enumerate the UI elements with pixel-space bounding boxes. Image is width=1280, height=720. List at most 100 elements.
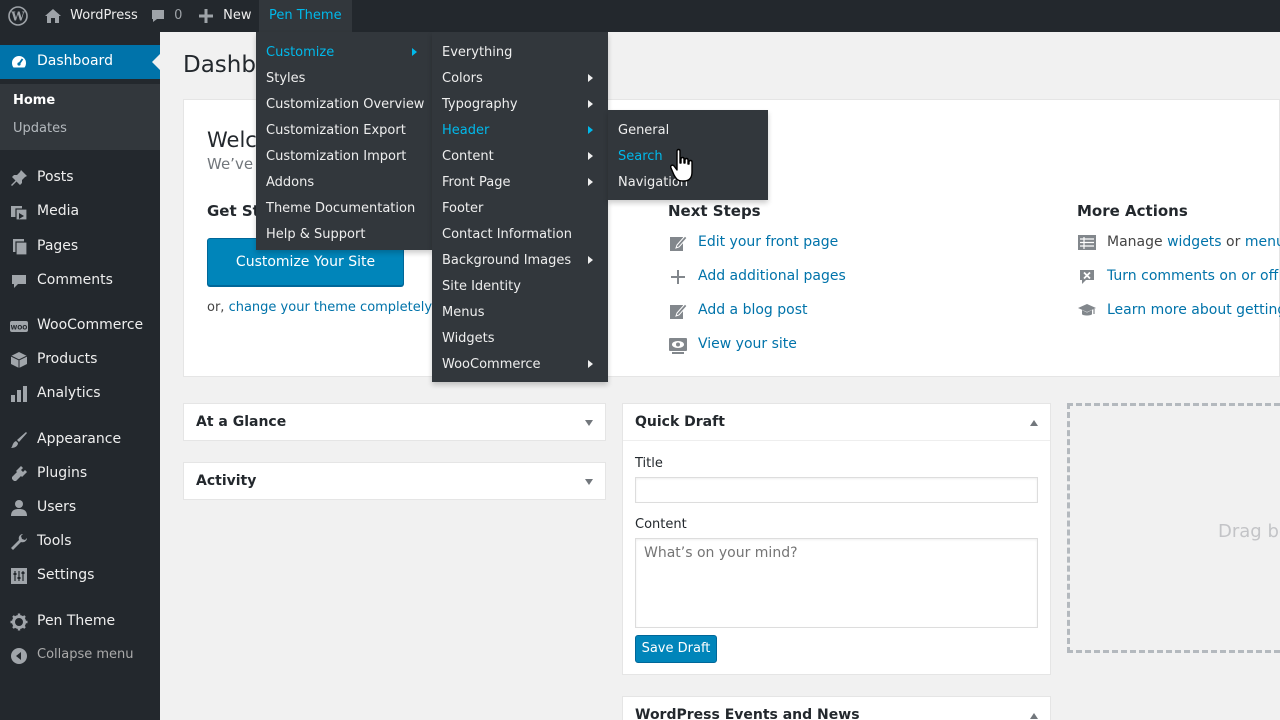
save-draft-button[interactable]: Save Draft xyxy=(635,635,717,663)
sidebar-label-posts: Posts xyxy=(37,169,74,185)
pen-theme-dropdown: Customize Styles Customization Overview … xyxy=(256,32,432,250)
widgets-link[interactable]: widgets xyxy=(1167,234,1222,250)
eye-icon xyxy=(669,338,687,354)
sidebar-item-posts[interactable]: Posts xyxy=(0,161,160,195)
change-theme-link[interactable]: change your theme completely xyxy=(229,300,433,315)
settings-icon xyxy=(11,568,27,584)
chevron-right-icon xyxy=(588,360,593,368)
content-textarea[interactable] xyxy=(635,538,1038,628)
submenu-updates[interactable]: Updates xyxy=(13,121,67,136)
menu-item-woocommerce[interactable]: WooCommerce xyxy=(442,357,541,372)
sidebar-item-dashboard[interactable]: Dashboard xyxy=(0,45,160,79)
new-content-link[interactable]: New xyxy=(199,0,252,32)
manage-prefix: Manage xyxy=(1107,234,1163,250)
toggle-arrow-down-icon[interactable] xyxy=(585,420,593,426)
sidebar-item-appearance[interactable]: Appearance xyxy=(0,423,160,457)
sidebar-item-analytics[interactable]: Analytics xyxy=(0,377,160,411)
site-name: WordPress xyxy=(70,8,138,23)
menu-item-contact-information[interactable]: Contact Information xyxy=(442,227,572,242)
welcome-subtitle: We’ve xyxy=(207,155,254,173)
plus-icon xyxy=(199,8,213,23)
pin-icon xyxy=(11,170,27,186)
edit-icon xyxy=(670,235,687,251)
chevron-right-icon xyxy=(588,74,593,82)
pen-theme-menu[interactable]: Pen Theme xyxy=(259,0,352,32)
menu-item-theme-documentation[interactable]: Theme Documentation xyxy=(266,201,415,216)
quick-draft-box: Quick Draft Title Content Save Draft xyxy=(622,403,1051,675)
sidebar-item-media[interactable]: Media xyxy=(0,195,160,229)
title-input[interactable] xyxy=(635,477,1038,503)
menu-item-addons[interactable]: Addons xyxy=(266,175,314,190)
chevron-right-icon xyxy=(588,100,593,108)
svg-text:W: W xyxy=(10,9,25,23)
add-pages-link: Add additional pages xyxy=(698,268,846,284)
edit-front-page-link: Edit your front page xyxy=(698,234,839,250)
sidebar-label-plugins: Plugins xyxy=(37,465,88,481)
collapse-arrow-icon xyxy=(11,648,27,664)
menu-item-help-support[interactable]: Help & Support xyxy=(266,227,365,242)
sidebar-label-woocommerce: WooCommerce xyxy=(37,317,144,333)
sidebar-label-comments: Comments xyxy=(37,272,113,288)
wordpress-logo-icon[interactable]: W xyxy=(8,0,28,32)
menu-item-general[interactable]: General xyxy=(618,123,669,138)
sidebar-label-tools: Tools xyxy=(37,533,72,549)
home-icon xyxy=(45,8,61,23)
collapse-menu-button[interactable]: Collapse menu xyxy=(0,639,160,673)
sidebar-item-woocommerce[interactable]: WOO WooCommerce xyxy=(0,309,160,343)
toggle-arrow-up-icon[interactable] xyxy=(1030,420,1038,426)
menu-item-site-identity[interactable]: Site Identity xyxy=(442,279,521,294)
divider xyxy=(623,440,1050,441)
menu-item-customization-import[interactable]: Customization Import xyxy=(266,149,406,164)
sidebar-item-comments[interactable]: Comments xyxy=(0,264,160,298)
menu-item-widgets[interactable]: Widgets xyxy=(442,331,495,346)
brush-icon xyxy=(11,432,27,448)
menu-item-footer[interactable]: Footer xyxy=(442,201,483,216)
menu-item-header[interactable]: Header xyxy=(442,123,489,138)
sidebar-item-settings[interactable]: Settings xyxy=(0,559,160,593)
comment-icon xyxy=(12,275,26,288)
menu-item-customization-overview[interactable]: Customization Overview xyxy=(266,97,424,112)
menu-item-colors[interactable]: Colors xyxy=(442,71,483,86)
menu-item-background-images[interactable]: Background Images xyxy=(442,253,571,268)
menu-item-everything[interactable]: Everything xyxy=(442,45,512,60)
menu-item-menus[interactable]: Menus xyxy=(442,305,484,320)
or-text: or xyxy=(1226,234,1241,250)
toggle-arrow-down-icon[interactable] xyxy=(585,479,593,485)
sidebar-item-products[interactable]: Products xyxy=(0,343,160,377)
comment-bubble-icon xyxy=(152,9,164,22)
sidebar-item-pages[interactable]: Pages xyxy=(0,230,160,264)
menu-item-styles[interactable]: Styles xyxy=(266,71,305,86)
svg-text:WOO: WOO xyxy=(11,325,28,332)
sidebar-item-tools[interactable]: Tools xyxy=(0,525,160,559)
user-icon xyxy=(11,500,27,516)
admin-sidebar: Dashboard Home Updates Posts Media Pages… xyxy=(0,32,160,720)
submenu-home[interactable]: Home xyxy=(13,93,55,108)
sidebar-item-pen-theme[interactable]: Pen Theme xyxy=(0,605,160,639)
menu-item-customize[interactable]: Customize xyxy=(266,45,334,60)
sidebar-item-plugins[interactable]: Plugins xyxy=(0,457,160,491)
plug-icon xyxy=(12,466,27,481)
menu-item-search[interactable]: Search xyxy=(618,149,663,164)
comments-off-icon xyxy=(1080,270,1094,284)
events-news-title: WordPress Events and News xyxy=(635,707,860,720)
sidebar-label-analytics: Analytics xyxy=(37,385,101,401)
sidebar-label-collapse: Collapse menu xyxy=(37,647,134,662)
comments-count: 0 xyxy=(174,8,183,23)
activity-title: Activity xyxy=(196,473,257,489)
sidebar-item-users[interactable]: Users xyxy=(0,491,160,525)
dashboard-submenu: Home Updates xyxy=(0,84,160,150)
menu-item-customization-export[interactable]: Customization Export xyxy=(266,123,406,138)
more-actions-heading: More Actions xyxy=(1077,202,1188,220)
toggle-arrow-up-icon[interactable] xyxy=(1030,713,1038,719)
sidebar-label-dashboard: Dashboard xyxy=(37,53,113,69)
menus-link[interactable]: menus xyxy=(1245,234,1280,250)
site-name-link[interactable]: WordPress xyxy=(44,0,138,32)
drag-boxes-text: Drag bo xyxy=(1218,521,1280,542)
menu-item-content[interactable]: Content xyxy=(442,149,494,164)
customize-submenu: Everything Colors Typography Header Cont… xyxy=(432,32,608,382)
comments-link[interactable]: 0 xyxy=(150,0,182,32)
at-a-glance-title: At a Glance xyxy=(196,414,287,430)
menu-item-front-page[interactable]: Front Page xyxy=(442,175,511,190)
menu-item-typography[interactable]: Typography xyxy=(442,97,518,112)
sidebar-label-media: Media xyxy=(37,203,80,219)
